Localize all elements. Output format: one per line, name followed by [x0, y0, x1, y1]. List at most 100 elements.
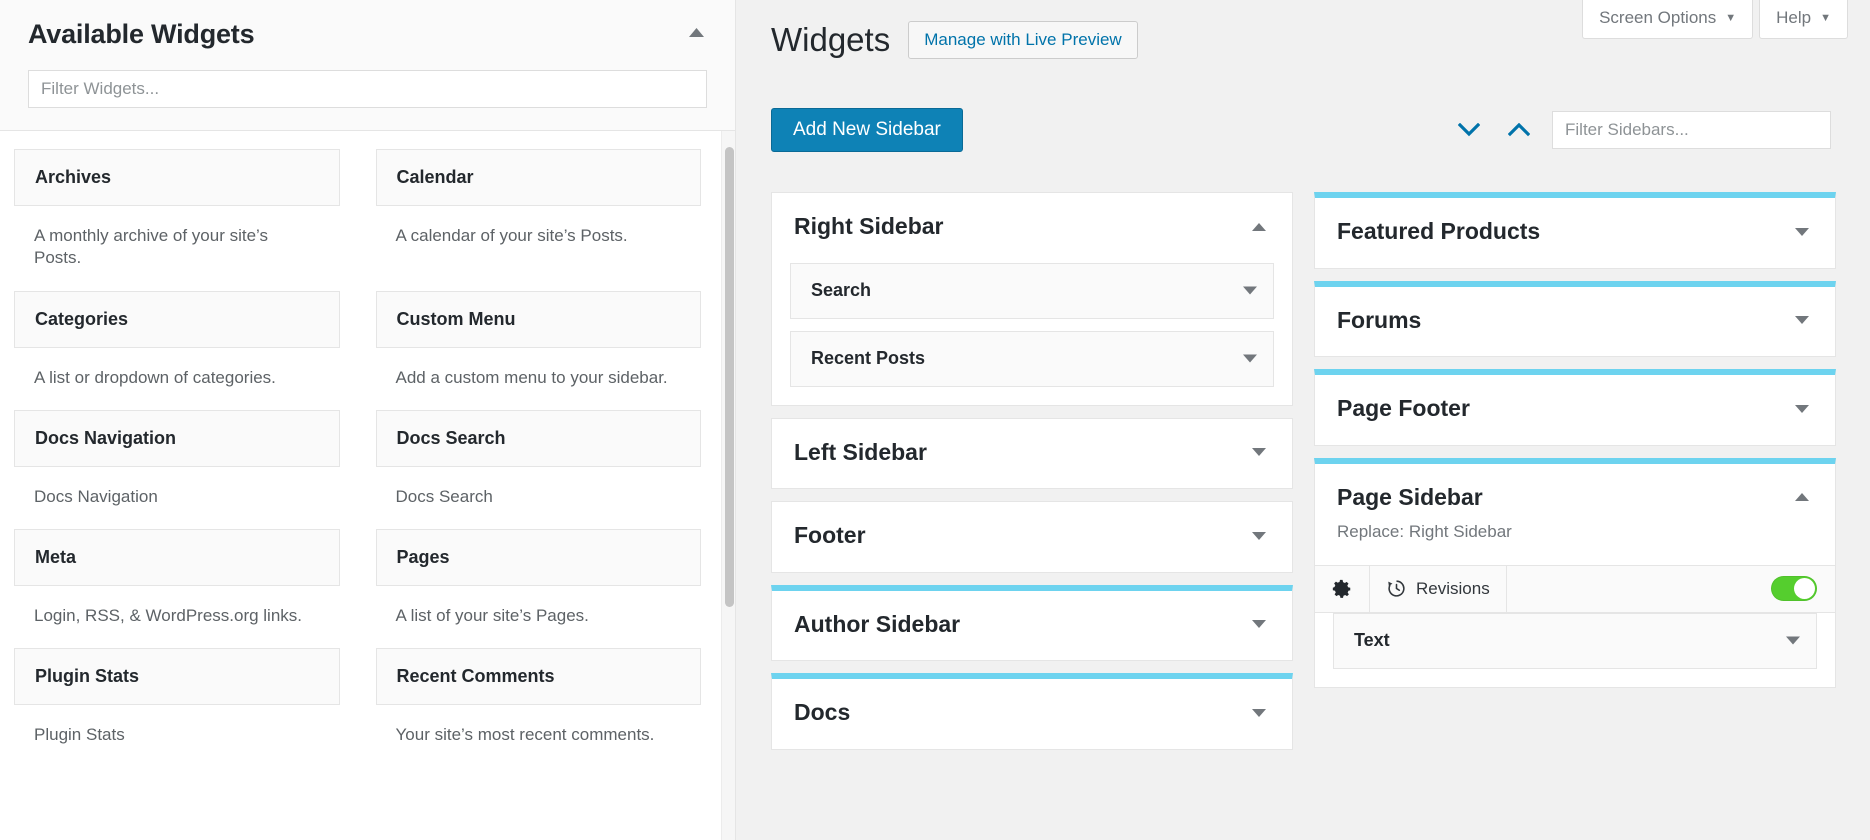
sidebar-panel-header[interactable]: Docs [772, 679, 1292, 749]
sidebar-column: Featured Products Forums Page Footer Page S… [1314, 192, 1836, 688]
caret-down-icon[interactable] [1786, 636, 1800, 645]
available-widgets-panel: Available Widgets Archives A monthly arch… [0, 0, 736, 840]
available-widget-item: Calendar A calendar of your site’s Posts. [376, 149, 702, 290]
caret-down-icon[interactable] [1243, 286, 1257, 295]
revisions-clock-icon [1386, 578, 1407, 599]
sidebar-panel-header[interactable]: Featured Products [1315, 198, 1835, 268]
available-widget-item: Archives A monthly archive of your site’s… [14, 149, 340, 290]
sidebar-panel-header[interactable]: Left Sidebar [772, 419, 1292, 489]
chevron-down-icon[interactable] [1452, 113, 1486, 147]
assigned-widget[interactable]: Recent Posts [790, 331, 1274, 387]
available-widget-title: Calendar [397, 167, 474, 188]
sidebar-widget-list: Text [1315, 613, 1835, 687]
add-new-sidebar-button[interactable]: Add New Sidebar [771, 108, 963, 152]
available-widget-title: Recent Comments [397, 666, 555, 687]
caret-down-icon[interactable] [1244, 439, 1274, 467]
sidebar-panel-header[interactable]: Author Sidebar [772, 591, 1292, 661]
actions-spacer [1507, 566, 1771, 612]
sidebar-panel: Page Sidebar Replace: Right Sidebar Revisi… [1314, 458, 1836, 688]
help-button[interactable]: Help ▼ [1759, 0, 1848, 39]
sidebar-panel: Footer [771, 501, 1293, 573]
available-widget-item: Custom Menu Add a custom menu to your sid… [376, 291, 702, 410]
available-widget-description: Add a custom menu to your sidebar. [376, 348, 702, 399]
widgets-work-area: Screen Options ▼ Help ▼ Widgets Manage w… [736, 0, 1870, 840]
filter-sidebars-input[interactable] [1552, 111, 1831, 149]
available-widget-title: Archives [35, 167, 111, 188]
available-widgets-scrollbar[interactable] [721, 131, 735, 840]
sidebar-widget-list: Search Recent Posts [772, 263, 1292, 405]
sidebar-panel-actions: Revisions [1315, 565, 1835, 613]
sidebar-panel-title: Featured Products [1337, 218, 1813, 246]
sidebar-panel: Left Sidebar [771, 418, 1293, 490]
available-widget-description: Docs Search [376, 467, 702, 518]
manage-with-live-preview-button[interactable]: Manage with Live Preview [908, 21, 1137, 59]
available-widget-description: A calendar of your site’s Posts. [376, 206, 702, 257]
revisions-button[interactable]: Revisions [1370, 566, 1507, 612]
sidebar-panel-title: Page Footer [1337, 395, 1813, 423]
sidebar-panel-header[interactable]: Right Sidebar [772, 193, 1292, 263]
available-widget-description: A monthly archive of your site’s Posts. [14, 206, 340, 279]
sidebar-panel-subtitle: Replace: Right Sidebar [1337, 522, 1813, 542]
available-widget-handle[interactable]: Plugin Stats [14, 648, 340, 705]
available-widget-handle[interactable]: Pages [376, 529, 702, 586]
sidebar-panel: Page Footer [1314, 369, 1836, 446]
sidebar-panel-title: Footer [794, 522, 1270, 550]
screen-meta-links: Screen Options ▼ Help ▼ [1582, 0, 1848, 39]
available-widget-title: Custom Menu [397, 309, 516, 330]
sidebar-panel-title: Author Sidebar [794, 611, 1270, 639]
available-widget-title: Plugin Stats [35, 666, 139, 687]
page-header: Widgets Manage with Live Preview [771, 20, 1138, 60]
caret-down-icon[interactable] [1244, 699, 1274, 727]
available-widgets-title: Available Widgets [28, 18, 707, 50]
caret-up-icon[interactable] [679, 18, 713, 48]
caret-down-icon[interactable] [1244, 522, 1274, 550]
caret-down-icon[interactable] [1787, 218, 1817, 246]
sidebars-toolbar: Add New Sidebar [771, 108, 1831, 152]
available-widget-handle[interactable]: Archives [14, 149, 340, 206]
revisions-label: Revisions [1416, 579, 1490, 599]
sidebar-columns: Right Sidebar Search Recent Posts Left Side… [771, 192, 1836, 750]
assigned-widget-title: Search [811, 280, 871, 301]
caret-up-icon[interactable] [1787, 484, 1817, 512]
assigned-widget[interactable]: Search [790, 263, 1274, 319]
sidebar-panel-header[interactable]: Footer [772, 502, 1292, 572]
caret-up-icon[interactable] [1244, 213, 1274, 241]
available-widget-item: CategoriesA list or dropdown of categori… [14, 291, 340, 410]
assigned-widget[interactable]: Text [1333, 613, 1817, 669]
scrollbar-thumb[interactable] [725, 147, 734, 607]
available-widget-description: A list of your site’s Pages. [376, 586, 702, 637]
available-widget-item: Docs NavigationDocs Navigation [14, 410, 340, 529]
caret-down-icon[interactable] [1787, 395, 1817, 423]
available-widget-handle[interactable]: Custom Menu [376, 291, 702, 348]
help-label: Help [1776, 8, 1811, 28]
sidebar-panel-title: Page Sidebar [1337, 484, 1813, 512]
caret-down-icon[interactable] [1787, 307, 1817, 335]
sidebar-panel-title: Docs [794, 699, 1270, 727]
sidebar-panel-header[interactable]: Forums [1315, 287, 1835, 357]
available-widget-title: Docs Navigation [35, 428, 176, 449]
sidebar-panel-title: Right Sidebar [794, 213, 1270, 241]
sidebar-settings-button[interactable] [1315, 566, 1370, 612]
sidebar-enabled-toggle[interactable] [1771, 576, 1817, 601]
chevron-up-icon[interactable] [1502, 113, 1536, 147]
caret-down-icon[interactable] [1243, 354, 1257, 363]
available-widget-handle[interactable]: Categories [14, 291, 340, 348]
caret-down-icon[interactable] [1244, 611, 1274, 639]
available-widget-handle[interactable]: Docs Navigation [14, 410, 340, 467]
available-widget-handle[interactable]: Meta [14, 529, 340, 586]
available-widget-handle[interactable]: Calendar [376, 149, 702, 206]
sidebar-panel-header[interactable]: Page Sidebar Replace: Right Sidebar [1315, 464, 1835, 565]
sidebar-column: Right Sidebar Search Recent Posts Left Side… [771, 192, 1293, 750]
chevron-down-icon: ▼ [1820, 12, 1831, 24]
sidebar-panel-header[interactable]: Page Footer [1315, 375, 1835, 445]
available-widget-item: Plugin StatsPlugin Stats [14, 648, 340, 767]
widget-grid: Archives A monthly archive of your site’s… [14, 149, 701, 767]
assigned-widget-title: Recent Posts [811, 348, 925, 369]
available-widget-handle[interactable]: Recent Comments [376, 648, 702, 705]
filter-widgets-input[interactable] [28, 70, 707, 108]
chevron-down-icon: ▼ [1725, 12, 1736, 24]
available-widget-description: A list or dropdown of categories. [14, 348, 340, 399]
screen-options-button[interactable]: Screen Options ▼ [1582, 0, 1753, 39]
toggle-knob [1794, 578, 1815, 599]
available-widget-handle[interactable]: Docs Search [376, 410, 702, 467]
